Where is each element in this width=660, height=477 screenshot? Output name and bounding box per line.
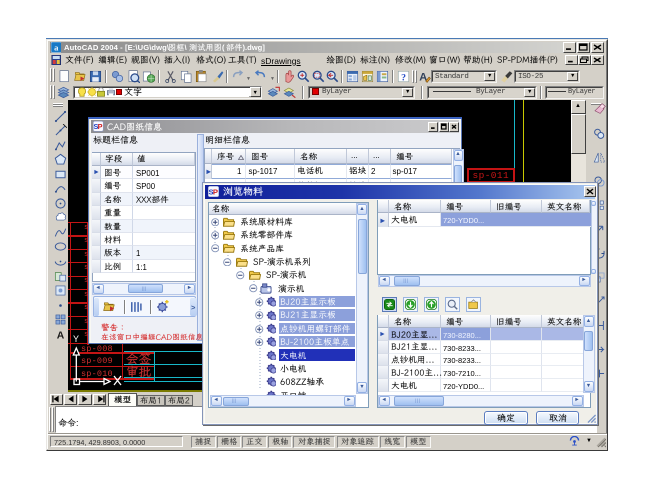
- svg-text:Y: Y: [73, 334, 79, 344]
- svg-text:P: P: [98, 122, 103, 131]
- svg-text:A: A: [56, 330, 64, 341]
- svg-text:P: P: [212, 187, 217, 196]
- svg-text:?: ?: [401, 72, 406, 83]
